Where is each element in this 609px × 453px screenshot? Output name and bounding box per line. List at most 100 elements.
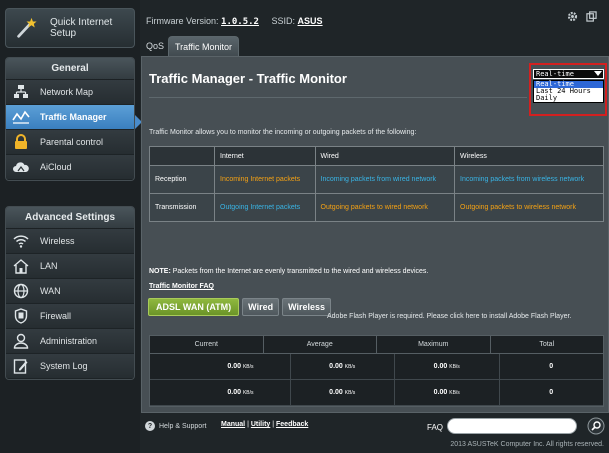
sidebar-item-label: LAN — [40, 261, 58, 271]
sidebar-item-aicloud[interactable]: AiCloud — [6, 155, 134, 180]
note-text: Packets from the Internet are evenly tra… — [172, 268, 429, 275]
unit: KB/s — [344, 390, 356, 396]
interface-buttons: ADSL WAN (ATM) Wired Wireless — [148, 298, 332, 316]
wired-button[interactable]: Wired — [242, 298, 280, 316]
sidebar-item-traffic-manager[interactable]: Traffic Manager — [6, 105, 134, 130]
sidebar-item-wireless[interactable]: Wireless — [6, 229, 134, 254]
table-cell: Incoming Internet packets — [214, 165, 316, 194]
table-cell: Outgoing Internet packets — [214, 193, 316, 222]
sidebar: Quick Internet Setup General Network Map… — [0, 0, 142, 453]
table-header: Wired — [314, 146, 456, 166]
search-icon[interactable] — [587, 417, 605, 435]
firmware-label: Firmware Version: — [146, 16, 219, 26]
tab-bar: QoS Traffic Monitor — [142, 35, 240, 57]
value: 0.00 — [329, 389, 343, 396]
table-cell: Outgoing packets to wireless network — [454, 193, 604, 222]
footer-links: Manual | Utility | Feedback — [221, 421, 309, 428]
sidebar-item-lan[interactable]: LAN — [6, 254, 134, 279]
time-range-options: Real-time Last 24 Hours Daily — [533, 80, 604, 103]
sidebar-item-label: WAN — [40, 286, 61, 296]
sidebar-item-wan[interactable]: WAN — [6, 279, 134, 304]
unit: KB/s — [449, 364, 460, 370]
stats-cell: 0.00 KB/s — [395, 354, 500, 379]
table-header-row: Internet Wired Wireless — [149, 146, 604, 166]
time-range-select[interactable]: Real-time — [533, 69, 604, 79]
lock-icon — [12, 133, 30, 151]
value: 0.00 — [227, 389, 241, 396]
globe-icon — [12, 282, 30, 300]
log-icon — [12, 357, 30, 375]
sidebar-item-network-map[interactable]: Network Map — [6, 80, 134, 105]
sidebar-item-label: Wireless — [40, 236, 75, 246]
footer: ? Help & Support Manual | Utility | Feed… — [141, 413, 609, 439]
table-cell: Incoming packets from wireless network — [454, 165, 604, 194]
value: 0.00 — [433, 389, 448, 396]
sidebar-item-label: Parental control — [40, 137, 104, 147]
sidebar-item-label: Traffic Manager — [40, 112, 107, 122]
table-header — [149, 146, 215, 166]
ssid-link[interactable]: ASUS — [298, 16, 323, 26]
sidebar-item-label: Firewall — [40, 311, 72, 321]
house-icon — [12, 257, 30, 275]
tab-traffic-monitor[interactable]: Traffic Monitor — [168, 36, 240, 57]
header-icons — [567, 11, 597, 22]
table-row: Reception Incoming Internet packets Inco… — [149, 165, 604, 194]
stats-cell: 0 — [549, 389, 554, 396]
time-range-highlight: Real-time Real-time Last 24 Hours Daily — [529, 63, 607, 116]
sidebar-item-administration[interactable]: Administration — [6, 329, 134, 354]
tab-qos[interactable]: QoS — [142, 35, 168, 57]
sidebar-item-label: Network Map — [40, 87, 94, 97]
note-label: NOTE: — [149, 268, 171, 275]
stats-header: Current — [150, 336, 264, 353]
firmware-info: Firmware Version: 1.0.5.2 SSID: ASUS — [146, 16, 323, 27]
value: 0.00 — [433, 363, 448, 370]
adsl-wan-button[interactable]: ADSL WAN (ATM) — [148, 298, 240, 316]
firmware-version-link[interactable]: 1.0.5.2 — [221, 17, 259, 27]
help-icon: ? — [145, 421, 155, 431]
sidebar-item-label: System Log — [40, 361, 88, 371]
unit: KB/s — [242, 364, 254, 370]
gear-icon[interactable] — [567, 11, 578, 22]
sidebar-item-system-log[interactable]: System Log — [6, 354, 134, 379]
network-map-icon — [12, 83, 30, 101]
table-row: 0.00 KB/s 0.00 KB/s 0.00 KB/s 0 — [150, 354, 603, 380]
select-value: Real-time — [536, 70, 574, 78]
feedback-link[interactable]: Feedback — [276, 421, 308, 428]
cloud-icon — [12, 158, 30, 176]
table-header: Wireless — [454, 146, 604, 166]
value: 0.00 — [329, 363, 343, 370]
sidebar-item-firewall[interactable]: Firewall — [6, 304, 134, 329]
stats-header: Total — [539, 341, 555, 348]
unit: KB/s — [344, 364, 356, 370]
unit: KB/s — [242, 390, 254, 396]
stats-header: Maximum — [377, 336, 491, 353]
manual-link[interactable]: Manual — [221, 421, 245, 428]
copyright: 2013 ASUSTeK Computer Inc. All rights re… — [450, 441, 604, 448]
wifi-icon — [12, 232, 30, 250]
help-support-link[interactable]: ? Help & Support — [145, 421, 206, 431]
quick-setup-label: Quick Internet Setup — [49, 17, 113, 39]
table-cell: Incoming packets from wired network — [314, 165, 456, 194]
sidebar-item-label: Administration — [40, 336, 98, 346]
stats-cell: 0.00 KB/s — [395, 380, 500, 405]
usb-icon[interactable] — [586, 11, 597, 22]
user-icon — [12, 332, 30, 350]
row-label: Transmission — [149, 193, 215, 222]
sidebar-item-parental-control[interactable]: Parental control — [6, 130, 134, 155]
traffic-monitor-faq-link[interactable]: Traffic Monitor FAQ — [149, 283, 214, 290]
row-label: Reception — [149, 165, 215, 194]
option-daily[interactable]: Daily — [534, 95, 603, 102]
faq-search-input[interactable] — [447, 418, 577, 434]
ssid-label: SSID: — [271, 16, 296, 26]
flash-notice-link[interactable]: Adobe Flash Player is required. Please c… — [327, 313, 571, 320]
chevron-down-icon — [594, 71, 602, 76]
table-header: Internet — [214, 146, 316, 166]
title-divider — [149, 97, 527, 98]
traffic-manager-icon — [12, 108, 30, 126]
wireless-button[interactable]: Wireless — [282, 298, 332, 316]
main-panel: Traffic Manager - Traffic Monitor Real-t… — [141, 56, 609, 413]
quick-internet-setup-button[interactable]: Quick Internet Setup — [5, 8, 135, 48]
advanced-header: Advanced Settings — [6, 207, 134, 229]
unit: KB/s — [449, 390, 460, 396]
utility-link[interactable]: Utility — [251, 421, 270, 428]
